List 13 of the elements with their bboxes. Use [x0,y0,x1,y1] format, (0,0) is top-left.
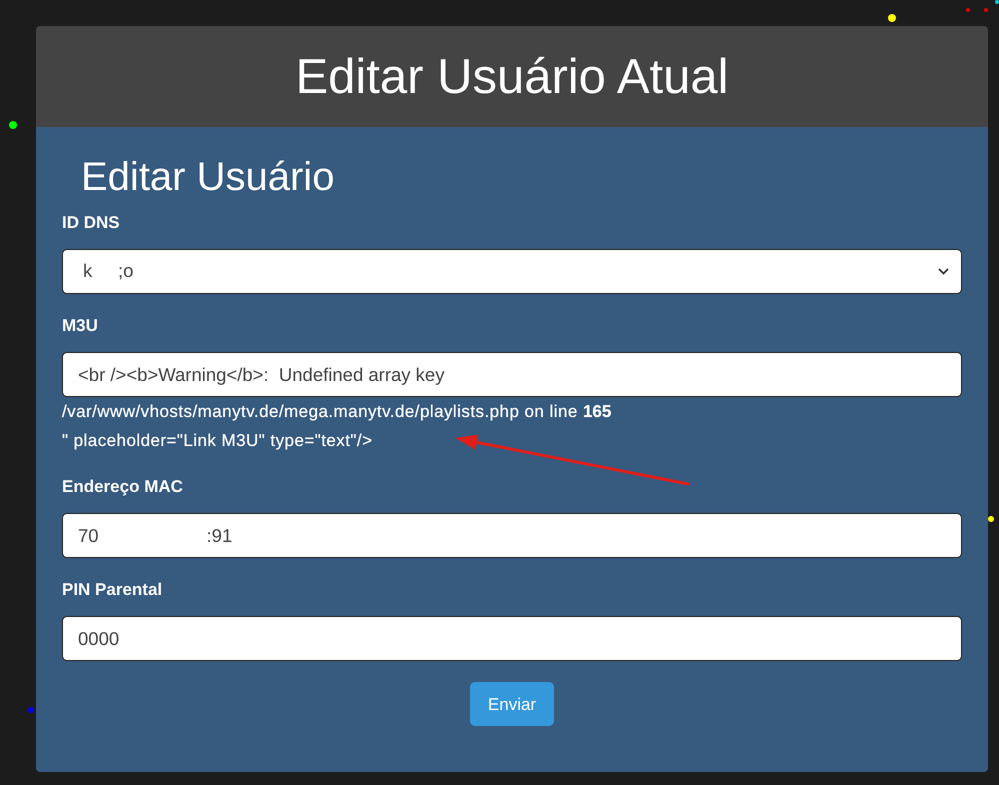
page-title: Editar Usuário Atual [295,48,729,106]
select-field[interactable]: k ;o [62,249,962,294]
input-field[interactable]: <br /><b>Warning</b>: Undefined array key [62,352,962,397]
warning-text: " placeholder="Link M3U" type="text"/> [62,430,372,452]
field-label: Endereço MAC [62,476,183,498]
input-field[interactable]: 70 :91 [62,513,962,558]
input-field[interactable]: 0000 [62,616,962,661]
field-label: PIN Parental [62,579,162,601]
form-heading: Editar Usuário [81,154,334,201]
field-label: ID DNS [62,212,120,234]
warning-text: /var/www/vhosts/manytv.de/mega.manytv.de/playlists.php on line 165 [62,401,612,423]
field-label: M3U [62,315,98,337]
chevron-down-icon [938,268,949,275]
